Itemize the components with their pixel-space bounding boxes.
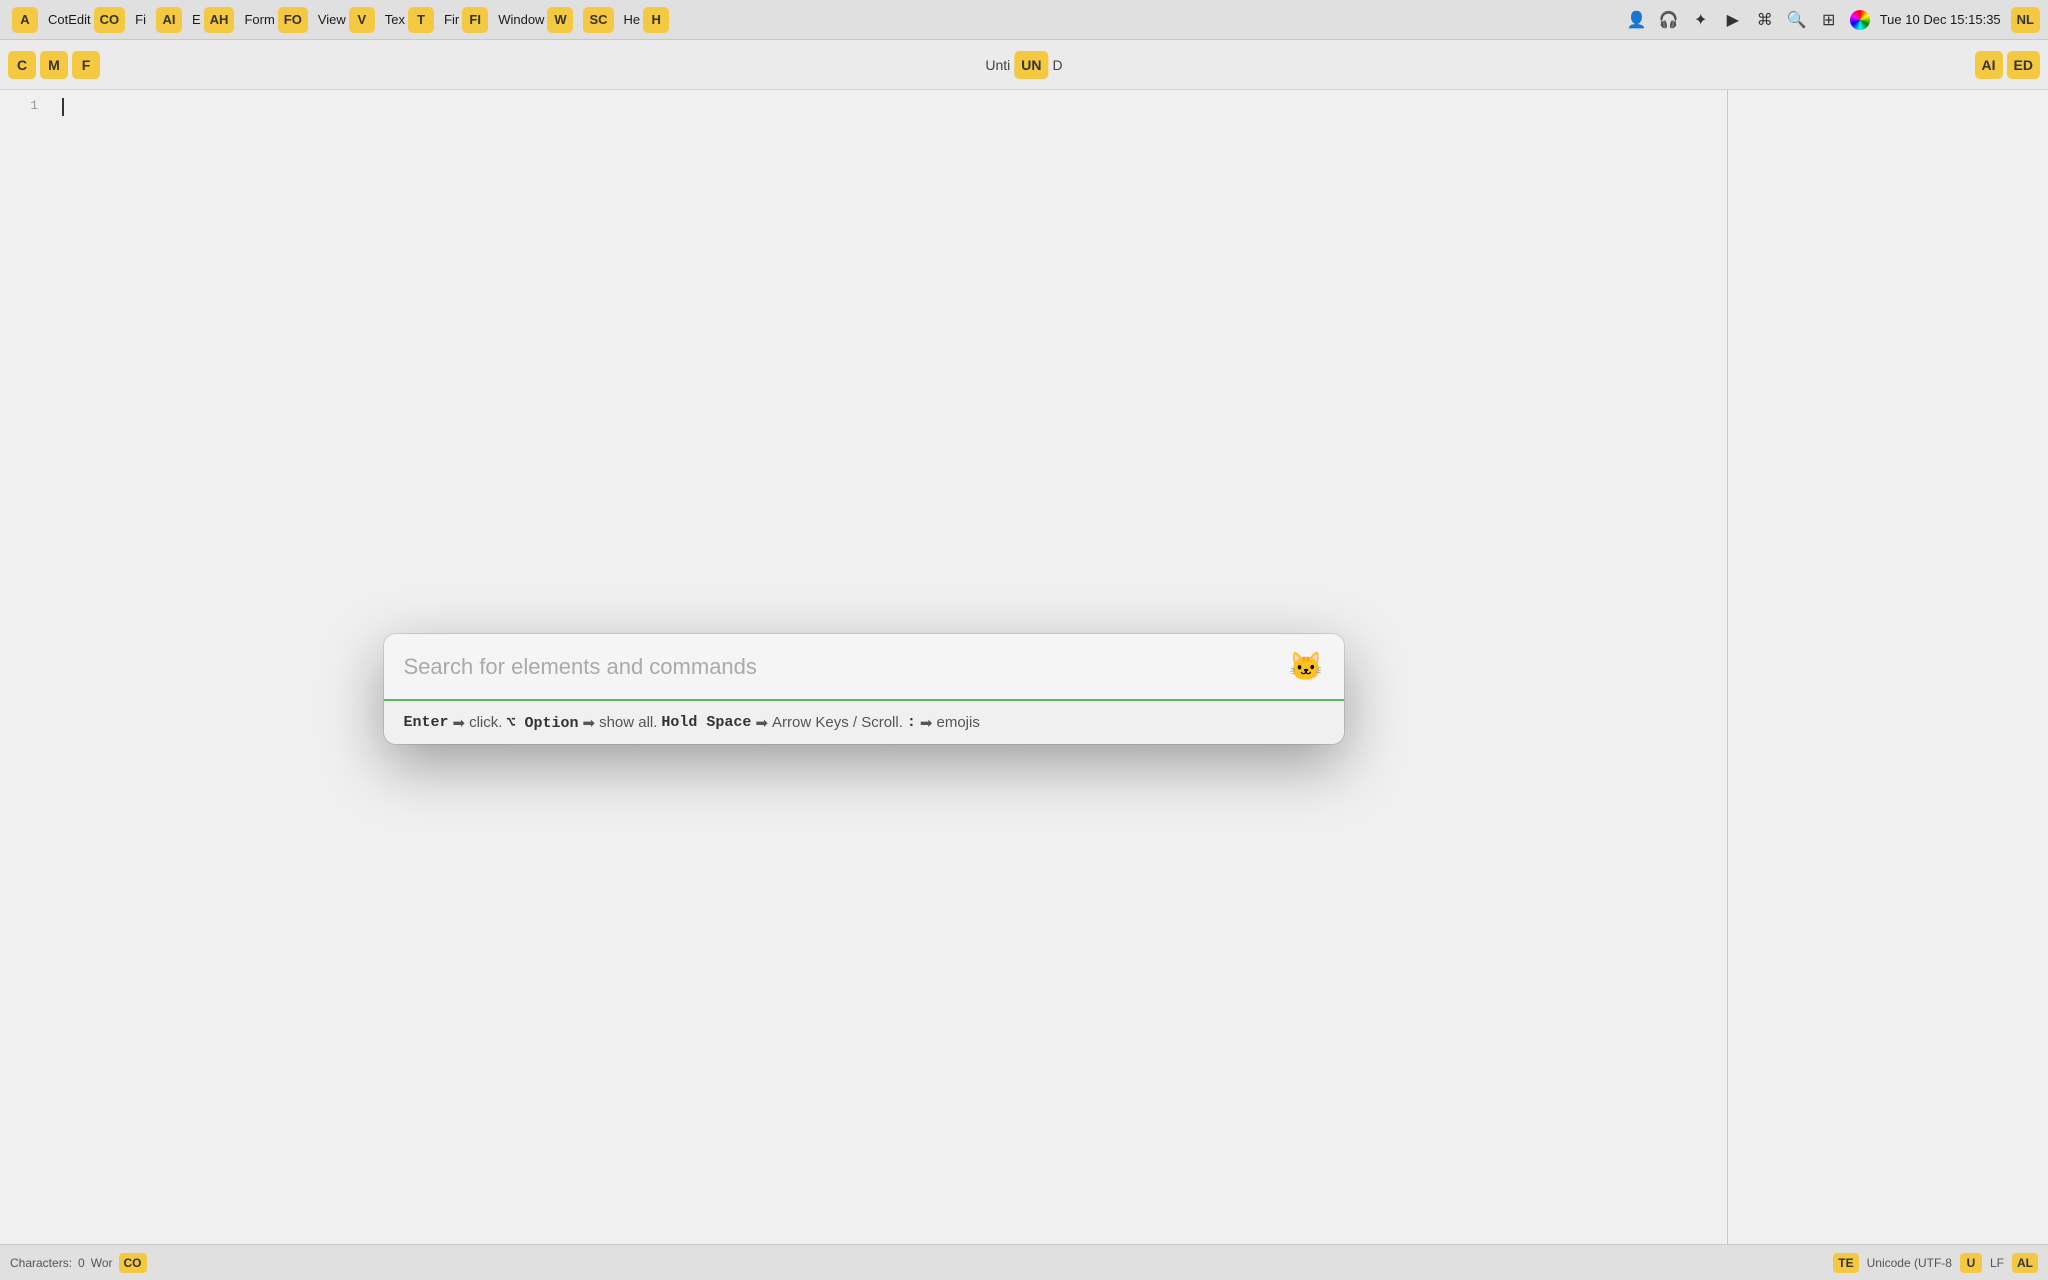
menu-fo-badge: FO — [278, 7, 308, 33]
search-icon[interactable]: 🔍 — [1786, 9, 1808, 31]
hint-space: Hold Space — [661, 714, 751, 731]
user-icon[interactable]: 👤 — [1626, 9, 1648, 31]
menu-t-badge: T — [408, 7, 434, 33]
menu-view-label: View — [318, 12, 346, 27]
menu-sc-badge: SC — [583, 7, 613, 33]
time-display: Tue 10 Dec 15:15:35 — [1880, 12, 2001, 27]
quick-open-input[interactable] — [404, 654, 1279, 680]
quick-open-dialog: 🐱 Enter ➡ click. ⌥ Option ➡ show all. Ho… — [384, 634, 1344, 744]
statusbar-right: TE Unicode (UTF-8 U LF AL — [1833, 1253, 2038, 1273]
menu-sc[interactable]: SC — [579, 5, 617, 35]
toolbar-m-badge[interactable]: M — [40, 51, 68, 79]
statusbar-te-badge[interactable]: TE — [1833, 1253, 1858, 1273]
characters-value: 0 — [78, 1256, 85, 1270]
menu-h-badge: H — [643, 7, 669, 33]
menubar-right: 👤 🎧 ✦ ▶ ⌘ 🔍 ⊞ Tue 10 Dec 15:15:35 NL — [1626, 7, 2040, 33]
menu-e-label: E — [192, 12, 201, 27]
line-number-1: 1 — [0, 98, 38, 113]
quick-open-hint: Enter ➡ click. ⌥ Option ➡ show all. Hold… — [384, 701, 1344, 744]
apple-menu[interactable]: A — [8, 5, 42, 35]
cursor — [62, 98, 64, 116]
menu-cotedit[interactable]: CotEdit CO — [44, 5, 129, 35]
right-panel — [1728, 90, 2048, 1244]
statusbar: Characters: 0 Wor CO TE Unicode (UTF-8 U… — [0, 1244, 2048, 1280]
statusbar-co-badge: CO — [119, 1253, 147, 1273]
menu-w-badge: W — [547, 7, 573, 33]
toolbar-f-badge[interactable]: F — [72, 51, 100, 79]
hint-arrow-1: ➡ — [453, 714, 466, 732]
menu-find-label: Fir — [444, 12, 459, 27]
bluetooth-icon[interactable]: ✦ — [1690, 9, 1712, 31]
encoding-label: Unicode (UTF-8 — [1867, 1256, 1952, 1270]
menu-help[interactable]: He H — [620, 5, 674, 35]
nl-badge: NL — [2011, 7, 2040, 33]
hint-colon: : — [907, 714, 916, 731]
apple-badge: A — [12, 7, 38, 33]
menu-cotedit-label: CotEdit — [48, 12, 91, 27]
menu-view[interactable]: View V — [314, 5, 379, 35]
window-title-area: Unti UN D — [985, 51, 1062, 79]
menubar: A CotEdit CO Fi AI E AH Form FO View V T… — [0, 0, 2048, 40]
menu-text[interactable]: Tex T — [381, 5, 438, 35]
window-title-d: D — [1053, 57, 1063, 73]
main-area: 1 🐱 Enter ➡ click. ⌥ Option ➡ show all. … — [0, 90, 2048, 1244]
window-title: Unti — [985, 57, 1010, 73]
hint-arrow-keys: Arrow Keys / Scroll. — [772, 714, 903, 731]
menu-cotedit-badge: CO — [94, 7, 126, 33]
menu-ai-badge: AI — [156, 7, 182, 33]
hint-enter: Enter — [404, 714, 449, 731]
menu-format-label: Form — [244, 12, 274, 27]
menu-fi-badge: FI — [462, 7, 488, 33]
menu-e[interactable]: E AH — [188, 5, 238, 35]
control-center-icon[interactable]: ⊞ — [1818, 9, 1840, 31]
play-icon[interactable]: ▶ — [1722, 9, 1744, 31]
hint-click: click. — [469, 714, 502, 731]
statusbar-left: Characters: 0 Wor CO — [10, 1253, 147, 1273]
words-label: Wor — [91, 1256, 113, 1270]
toolbar-ai-badge[interactable]: AI — [1975, 51, 2003, 79]
menu-ai[interactable]: AI — [152, 5, 186, 35]
headphones-icon[interactable]: 🎧 — [1658, 9, 1680, 31]
wifi-icon[interactable]: ⌘ — [1754, 9, 1776, 31]
statusbar-u-badge: U — [1960, 1253, 1982, 1273]
hint-show-all: show all. — [599, 714, 657, 731]
hint-arrow-2: ➡ — [582, 714, 595, 732]
menu-file-label: Fi — [135, 12, 146, 27]
hint-emojis: emojis — [936, 714, 979, 731]
menu-ah-badge: AH — [204, 7, 235, 33]
menu-window[interactable]: Window W — [494, 5, 577, 35]
hint-arrow-3: ➡ — [755, 714, 768, 732]
toolbar-c-badge[interactable]: C — [8, 51, 36, 79]
hint-arrow-4: ➡ — [920, 714, 933, 732]
statusbar-al-badge[interactable]: AL — [2012, 1253, 2038, 1273]
menu-help-label: He — [624, 12, 641, 27]
menu-text-label: Tex — [385, 12, 405, 27]
quick-open-search-area: 🐱 — [384, 634, 1344, 701]
menu-window-label: Window — [498, 12, 544, 27]
toolbar-right: AI ED — [1975, 51, 2040, 79]
toolbar-un-badge: UN — [1014, 51, 1048, 79]
characters-label: Characters: — [10, 1256, 72, 1270]
toolbar-ed-badge[interactable]: ED — [2007, 51, 2040, 79]
menu-file[interactable]: Fi — [131, 10, 150, 29]
cat-icon: 🐱 — [1289, 650, 1324, 683]
colorful-icon[interactable] — [1850, 10, 1870, 30]
hint-option: ⌥ Option — [506, 713, 578, 732]
toolbar: C M F Unti UN D AI ED — [0, 40, 2048, 90]
line-numbers: 1 — [0, 90, 50, 121]
line-ending-label: LF — [1990, 1256, 2004, 1270]
menu-find[interactable]: Fir FI — [440, 5, 492, 35]
editor-area[interactable]: 1 🐱 Enter ➡ click. ⌥ Option ➡ show all. … — [0, 90, 1728, 1244]
menu-v-badge: V — [349, 7, 375, 33]
menu-format[interactable]: Form FO — [240, 5, 311, 35]
